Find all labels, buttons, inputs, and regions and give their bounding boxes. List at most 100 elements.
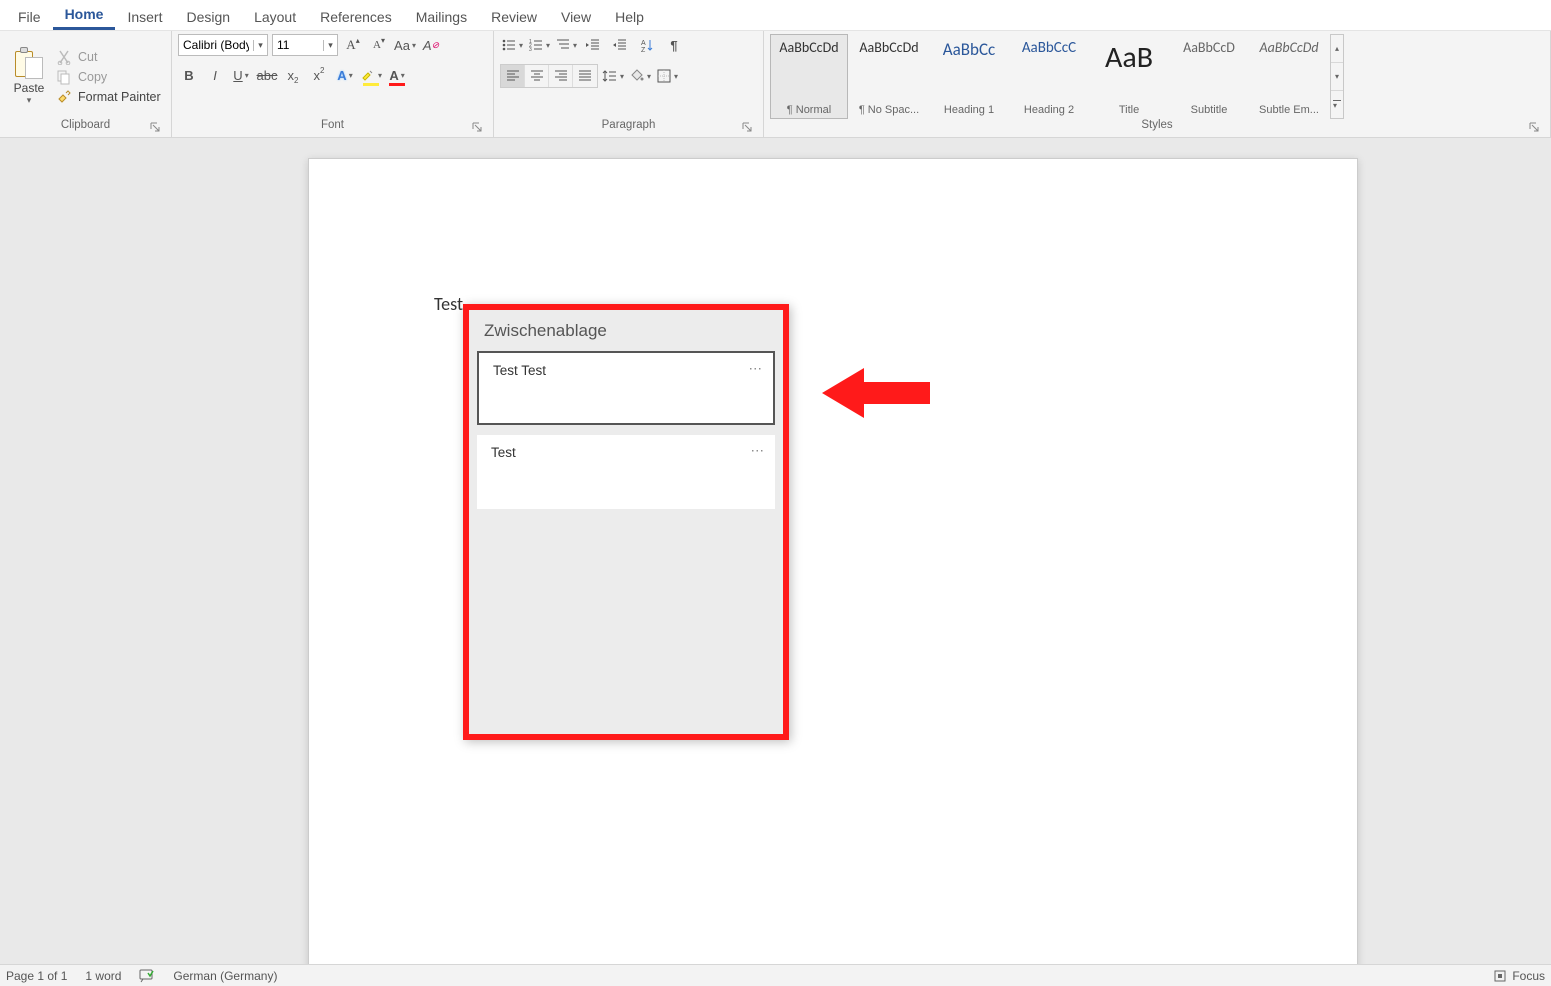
annotation-arrow-icon <box>822 362 932 424</box>
decrease-indent-button[interactable] <box>581 34 605 56</box>
tab-file[interactable]: File <box>6 4 53 30</box>
numbering-button[interactable]: 123▾ <box>527 34 551 56</box>
paste-caret-icon[interactable]: ▾ <box>27 95 32 106</box>
group-styles: AaBbCcDd¶ NormalAaBbCcDd¶ No Spac...AaBb… <box>764 31 1551 137</box>
tab-references[interactable]: References <box>308 4 404 30</box>
clipboard-item[interactable]: Test ⋯ <box>477 435 775 509</box>
align-right-button[interactable] <box>549 65 573 87</box>
styles-scroll-down-icon[interactable]: ▾ <box>1331 63 1343 91</box>
group-label-paragraph: Paragraph <box>602 119 656 131</box>
cut-button: Cut <box>56 49 161 65</box>
document-area: Test Zwischenablage Test Test⋯Test⋯ <box>0 138 1551 964</box>
clipboard-item-text: Test <box>491 445 516 460</box>
style-item[interactable]: AaBbCcDSubtitle <box>1170 34 1248 119</box>
style-item[interactable]: AaBbCcC Heading 2 <box>1010 34 1088 119</box>
tab-layout[interactable]: Layout <box>242 4 308 30</box>
group-paragraph: ▾ 123▾ ▾ AZ ¶ ▾ ▾ ▾ Paragra <box>494 31 764 137</box>
tab-view[interactable]: View <box>549 4 603 30</box>
svg-text:Z: Z <box>641 47 646 53</box>
underline-button[interactable]: U▾ <box>230 64 252 86</box>
status-bar: Page 1 of 1 1 word German (Germany) Focu… <box>0 964 1551 986</box>
style-label: ¶ No Spac... <box>859 104 919 116</box>
text-effects-button[interactable]: A▾ <box>334 64 356 86</box>
status-focus[interactable]: Focus <box>1493 969 1545 983</box>
align-left-button[interactable] <box>501 65 525 87</box>
style-preview: AaBbCcDd <box>859 39 918 56</box>
group-label-styles: Styles <box>1141 119 1172 131</box>
style-preview: AaBbCcC <box>1022 39 1076 57</box>
status-language[interactable]: German (Germany) <box>173 969 277 983</box>
group-label-clipboard: Clipboard <box>61 119 110 131</box>
svg-text:3: 3 <box>529 47 532 53</box>
tab-insert[interactable]: Insert <box>115 4 174 30</box>
font-name-input[interactable] <box>179 38 253 52</box>
paste-icon <box>14 47 44 81</box>
sort-button[interactable]: AZ <box>635 34 659 56</box>
line-spacing-button[interactable]: ▾ <box>601 65 625 87</box>
tab-mailings[interactable]: Mailings <box>404 4 479 30</box>
increase-font-button[interactable]: A▴ <box>342 34 364 56</box>
style-preview: AaB <box>1105 39 1153 76</box>
subscript-button[interactable]: x2 <box>282 64 304 86</box>
styles-expand-icon[interactable]: ▾ <box>1331 91 1343 118</box>
superscript-button[interactable]: x2 <box>308 64 330 86</box>
font-color-button[interactable]: A▾ <box>386 64 408 86</box>
clipboard-launcher-icon[interactable] <box>149 121 161 133</box>
font-name-caret-icon[interactable]: ▾ <box>253 40 267 51</box>
clipboard-item-text: Test Test <box>493 363 546 378</box>
decrease-font-button[interactable]: A▾ <box>368 34 390 56</box>
ribbon: Paste ▾ Cut Copy Format Painter Clipbo <box>0 30 1551 138</box>
borders-button[interactable]: ▾ <box>655 65 679 87</box>
show-marks-button[interactable]: ¶ <box>662 34 686 56</box>
svg-text:A: A <box>641 40 646 47</box>
clear-formatting-button[interactable]: A⊘ <box>420 34 442 56</box>
status-spellcheck-icon[interactable] <box>139 969 155 983</box>
bullets-button[interactable]: ▾ <box>500 34 524 56</box>
style-item[interactable]: AaBbCcHeading 1 <box>930 34 1008 119</box>
style-item[interactable]: AaBbCcDd ¶ No Spac... <box>850 34 928 119</box>
tab-home[interactable]: Home <box>53 1 116 30</box>
paste-label: Paste <box>14 81 45 95</box>
highlight-button[interactable]: ▾ <box>360 64 382 86</box>
strikethrough-button[interactable]: abc <box>256 64 278 86</box>
more-icon[interactable]: ⋯ <box>751 443 766 459</box>
style-label: Subtle Em... <box>1259 104 1319 116</box>
font-size-input[interactable] <box>273 38 323 52</box>
clipboard-item[interactable]: Test Test ⋯ <box>477 351 775 425</box>
style-label: Heading 2 <box>1024 104 1074 116</box>
font-size-caret-icon[interactable]: ▾ <box>323 40 337 51</box>
multilevel-list-button[interactable]: ▾ <box>554 34 578 56</box>
styles-scroll-up-icon[interactable]: ▴ <box>1331 35 1343 63</box>
group-font: ▾ ▾ A▴ A▾ Aa▾ A⊘ B I U▾ abc x2 x2 A▾ <box>172 31 494 137</box>
increase-indent-button[interactable] <box>608 34 632 56</box>
paragraph-launcher-icon[interactable] <box>741 121 753 133</box>
style-label: Title <box>1119 104 1139 116</box>
bold-button[interactable]: B <box>178 64 200 86</box>
font-launcher-icon[interactable] <box>471 121 483 133</box>
justify-button[interactable] <box>573 65 597 87</box>
paste-button[interactable]: Paste ▾ <box>6 34 52 119</box>
more-icon[interactable]: ⋯ <box>749 361 764 377</box>
style-item[interactable]: AaBbCcDd¶ Normal <box>770 34 848 119</box>
style-item[interactable]: AaBbCcDdSubtle Em... <box>1250 34 1328 119</box>
format-painter-button[interactable]: Format Painter <box>56 89 161 105</box>
group-label-font: Font <box>321 119 344 131</box>
tab-design[interactable]: Design <box>174 4 242 30</box>
font-name-combo[interactable]: ▾ <box>178 34 268 56</box>
styles-launcher-icon[interactable] <box>1528 121 1540 133</box>
group-clipboard: Paste ▾ Cut Copy Format Painter Clipbo <box>0 31 172 137</box>
shading-button[interactable]: ▾ <box>628 65 652 87</box>
status-words[interactable]: 1 word <box>85 969 121 983</box>
tab-strip: FileHomeInsertDesignLayoutReferencesMail… <box>0 0 1551 30</box>
style-preview: AaBbCcDd <box>779 39 838 56</box>
style-label: Heading 1 <box>944 104 994 116</box>
clipboard-popup-title: Zwischenablage <box>469 310 783 351</box>
style-item[interactable]: AaB Title <box>1090 34 1168 119</box>
tab-review[interactable]: Review <box>479 4 549 30</box>
change-case-button[interactable]: Aa▾ <box>394 34 416 56</box>
font-size-combo[interactable]: ▾ <box>272 34 338 56</box>
italic-button[interactable]: I <box>204 64 226 86</box>
align-center-button[interactable] <box>525 65 549 87</box>
tab-help[interactable]: Help <box>603 4 656 30</box>
status-page[interactable]: Page 1 of 1 <box>6 969 67 983</box>
